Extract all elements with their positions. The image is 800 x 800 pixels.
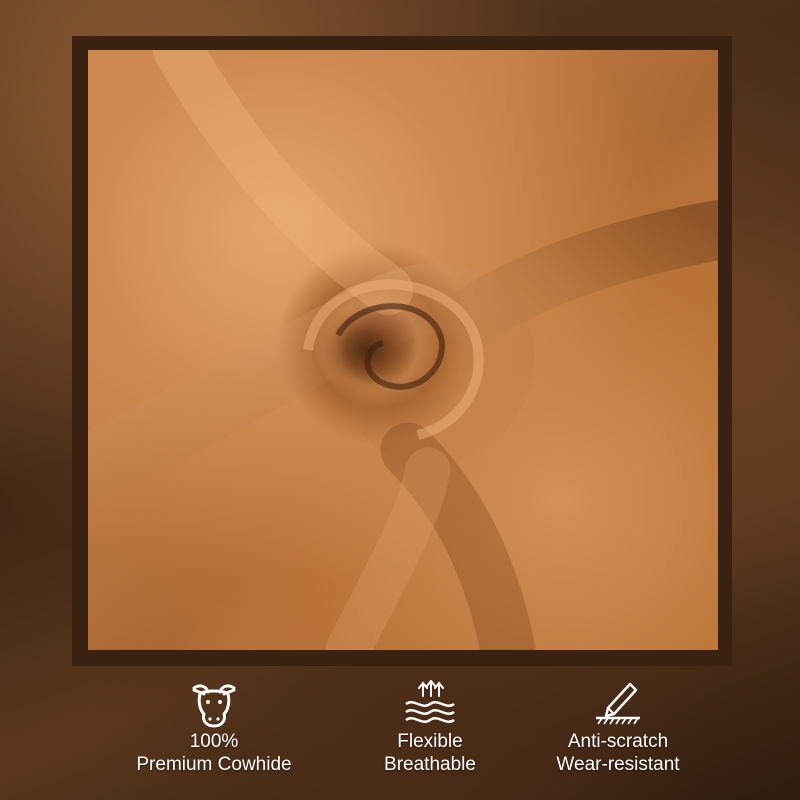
feature-anti-scratch: Anti-scratch Wear-resistant (508, 676, 728, 776)
breathable-waves-icon (405, 680, 455, 723)
leather-photo (88, 50, 718, 650)
feature-line-1: 100% (189, 731, 239, 752)
feature-line-2: Breathable (384, 754, 476, 775)
feature-line-1: Flexible (397, 731, 463, 752)
feature-line-2: Premium Cowhide (136, 754, 292, 775)
scratch-pen-icon (596, 682, 640, 725)
feature-flexible-breathable: Flexible Breathable (320, 676, 540, 776)
feature-premium-cowhide: 100% Premium Cowhide (104, 676, 324, 776)
leather-swirl-graphic (88, 50, 718, 650)
feature-line-2: Wear-resistant (556, 754, 680, 775)
cow-head-icon (192, 684, 236, 728)
feature-line-1: Anti-scratch (567, 731, 669, 752)
feature-row: 100% Premium Cowhide Flexible Breathable… (0, 676, 800, 800)
